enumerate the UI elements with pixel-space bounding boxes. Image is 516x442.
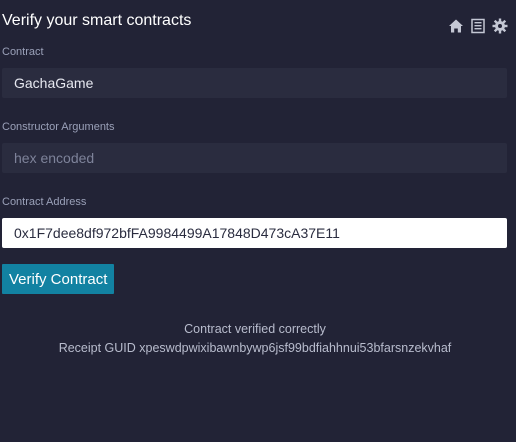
contract-label: Contract bbox=[2, 46, 44, 58]
document-icon[interactable] bbox=[470, 18, 486, 34]
constructor-args-input[interactable] bbox=[2, 143, 507, 173]
gear-icon[interactable] bbox=[492, 18, 508, 34]
verify-panel: Verify your smart contracts Contract Gac… bbox=[0, 0, 516, 442]
page-title: Verify your smart contracts bbox=[2, 12, 192, 29]
contract-address-label: Contract Address bbox=[2, 196, 87, 208]
constructor-args-label: Constructor Arguments bbox=[2, 121, 115, 133]
header-toolbar bbox=[448, 18, 508, 34]
contract-input[interactable] bbox=[2, 68, 507, 98]
receipt-guid: Receipt GUID xpeswdpwixibawnbywp6jsf99bd… bbox=[58, 341, 452, 355]
verification-status: Contract verified correctly bbox=[184, 322, 326, 336]
contract-address-input[interactable] bbox=[2, 218, 507, 248]
home-icon[interactable] bbox=[448, 18, 464, 34]
verify-contract-button[interactable]: Verify Contract bbox=[2, 264, 115, 294]
